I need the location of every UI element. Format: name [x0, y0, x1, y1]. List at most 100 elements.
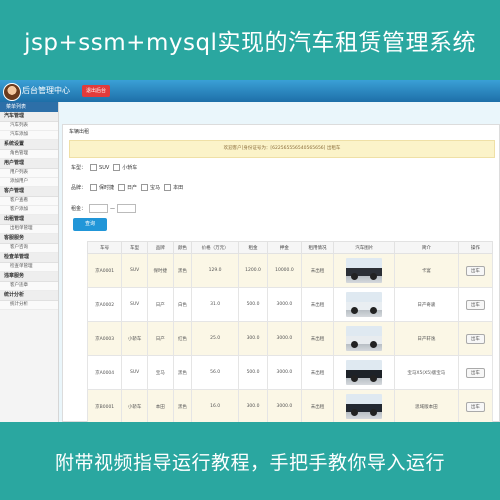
sidebar-item[interactable]: 汽车添加 — [0, 131, 58, 140]
table-cell: 京A0003 — [86, 321, 123, 356]
column-header: 简介 — [394, 241, 459, 254]
table-cell: 1200.0 — [237, 253, 269, 288]
sidebar-group[interactable]: 客服服务 — [0, 234, 58, 244]
table-cell: 本田 — [146, 389, 174, 422]
brand-option-label: 日产 — [127, 185, 138, 191]
action-cell: 出车 — [457, 253, 494, 288]
wheel-icon — [351, 273, 359, 280]
table-cell: 未出租 — [300, 355, 335, 390]
sidebar-group[interactable]: 违章服务 — [0, 272, 58, 282]
table-cell: 未出租 — [300, 287, 335, 322]
table-cell: 500.0 — [237, 355, 269, 390]
sidebar-item[interactable]: 添加用户 — [0, 178, 58, 187]
column-header: 颜色 — [172, 241, 193, 254]
price-max-input[interactable] — [117, 204, 137, 213]
type-option-label: 小轿车 — [122, 165, 138, 171]
table-row: 京A0004 SUV 宝马 黑色 56.0 500.0 3000.0 未出租 宝马X5(X5)版… — [86, 355, 494, 390]
customer-notice: 欢迎客户[身份证号为：[622565556540565656] 出租车 — [69, 140, 495, 158]
table-cell: 宝马X5(X5)版宝马 — [394, 355, 459, 390]
table-cell: 未出租 — [300, 321, 335, 356]
sidebar-group[interactable]: 用户管理 — [0, 159, 58, 169]
wheel-icon — [370, 307, 378, 314]
sidebar-group[interactable]: 检查单管理 — [0, 253, 58, 263]
table-cell: 3000.0 — [267, 321, 302, 356]
type-option-label: SUV — [99, 164, 110, 171]
car-image — [346, 292, 383, 317]
brand-option-bmw[interactable]: 宝马 — [141, 184, 160, 191]
type-option-sedan[interactable]: 小轿车 — [113, 164, 137, 171]
sidebar-item[interactable]: 检查单管理 — [0, 263, 58, 272]
table-cell: 31.0 — [191, 287, 239, 322]
wheel-icon — [351, 375, 359, 382]
brand-option-nissan[interactable]: 日产 — [118, 184, 137, 191]
table-cell: 思域版本田 — [394, 389, 459, 422]
bottom-banner: 附带视频指导运行教程，手把手教你导入运行 — [0, 422, 500, 500]
table-cell: 京A0001 — [86, 253, 123, 288]
sidebar: 菜单列表 汽车管理 汽车列表 汽车添加 系统设置 角色管理 用户管理 用户列表 添加用户 客户管… — [0, 102, 59, 422]
brand-option-porsche[interactable]: 保时捷 — [90, 184, 114, 191]
table-cell: 129.0 — [191, 253, 239, 288]
sidebar-item[interactable]: 出租单管理 — [0, 225, 58, 234]
sidebar-item[interactable]: 客户咨询 — [0, 244, 58, 253]
table-cell: 京A0002 — [86, 287, 123, 322]
sidebar-item[interactable]: 用户列表 — [0, 169, 58, 178]
table-header-row: 车号 车型 品牌 颜色 价格（万元） 租金 押金 租用情况 汽车图片 简介 操作 — [86, 241, 494, 254]
sidebar-item[interactable]: 客户违章 — [0, 282, 58, 291]
table-row: 京B0001 小轿车 本田 黑色 16.0 300.0 3000.0 未出租 思域版本田 出车 — [86, 389, 494, 422]
type-option-suv[interactable]: SUV — [90, 164, 109, 171]
top-banner: jsp+ssm+mysql实现的汽车租赁管理系统 — [0, 0, 500, 80]
wheel-icon — [370, 375, 378, 382]
sidebar-item[interactable]: 客户查看 — [0, 197, 58, 206]
brand-option-label: 宝马 — [150, 185, 161, 191]
price-min-input[interactable] — [89, 204, 109, 213]
wheel-icon — [351, 409, 359, 416]
type-label: 车型： — [71, 165, 87, 171]
price-label: 租金： — [71, 206, 87, 212]
table-cell: SUV — [121, 287, 148, 322]
sidebar-item[interactable]: 角色管理 — [0, 150, 58, 159]
car-image-cell — [333, 253, 396, 288]
action-cell: 出车 — [457, 321, 494, 356]
table-cell: 日产轩逸 — [394, 321, 459, 356]
brand-filter: 品牌： 保时捷 日产 宝马 本田 — [71, 184, 183, 191]
wheel-icon — [351, 307, 359, 314]
sidebar-header: 菜单列表 — [0, 102, 58, 112]
column-header: 操作 — [457, 241, 494, 254]
table-row: 京A0002 SUV 日产 白色 31.0 500.0 3000.0 未出租 日产奇骏 出车 — [86, 287, 494, 322]
sidebar-group[interactable]: 汽车管理 — [0, 112, 58, 122]
content-panel: 车辆出租 欢迎客户[身份证号为：[622565556540565656] 出租车… — [62, 124, 500, 422]
wheel-icon — [370, 273, 378, 280]
sidebar-group[interactable]: 系统设置 — [0, 140, 58, 150]
sidebar-item[interactable]: 汽车列表 — [0, 122, 58, 131]
table-cell: 白色 — [172, 287, 193, 322]
logout-button[interactable]: 退出后台 — [82, 85, 111, 97]
brand-option-honda[interactable]: 本田 — [164, 184, 183, 191]
query-button[interactable]: 查询 — [73, 218, 107, 231]
rent-button[interactable]: 出车 — [465, 265, 485, 276]
table-cell: 小轿车 — [121, 389, 148, 422]
sidebar-item[interactable]: 统计分析 — [0, 301, 58, 310]
action-cell: 出车 — [457, 355, 494, 390]
table-cell: 未出租 — [300, 389, 335, 422]
panel-title: 车辆出租 — [69, 129, 90, 135]
checkbox-icon — [90, 164, 98, 171]
rent-button[interactable]: 出车 — [465, 367, 485, 378]
table-cell: 日产 — [146, 287, 174, 322]
table-row: 京A0001 SUV 保时捷 黑色 129.0 1200.0 10000.0 未出租 卡宴 出车 — [86, 253, 494, 288]
rent-button[interactable]: 出车 — [465, 333, 485, 344]
sidebar-item[interactable]: 客户添加 — [0, 206, 58, 215]
checkbox-icon — [141, 184, 149, 191]
sidebar-group[interactable]: 客户管理 — [0, 187, 58, 197]
car-image-cell — [333, 355, 396, 390]
checkbox-icon — [113, 164, 121, 171]
rent-button[interactable]: 出车 — [465, 299, 485, 310]
table-cell: 3000.0 — [267, 287, 302, 322]
table-cell: 黑色 — [172, 355, 193, 390]
column-header: 押金 — [267, 241, 302, 254]
column-header: 汽车图片 — [333, 241, 396, 254]
rent-button[interactable]: 出车 — [465, 401, 485, 412]
table-cell: 3000.0 — [267, 389, 302, 422]
brand-option-label: 本田 — [173, 185, 184, 191]
sidebar-group[interactable]: 出租管理 — [0, 215, 58, 225]
sidebar-group[interactable]: 统计分析 — [0, 291, 58, 301]
